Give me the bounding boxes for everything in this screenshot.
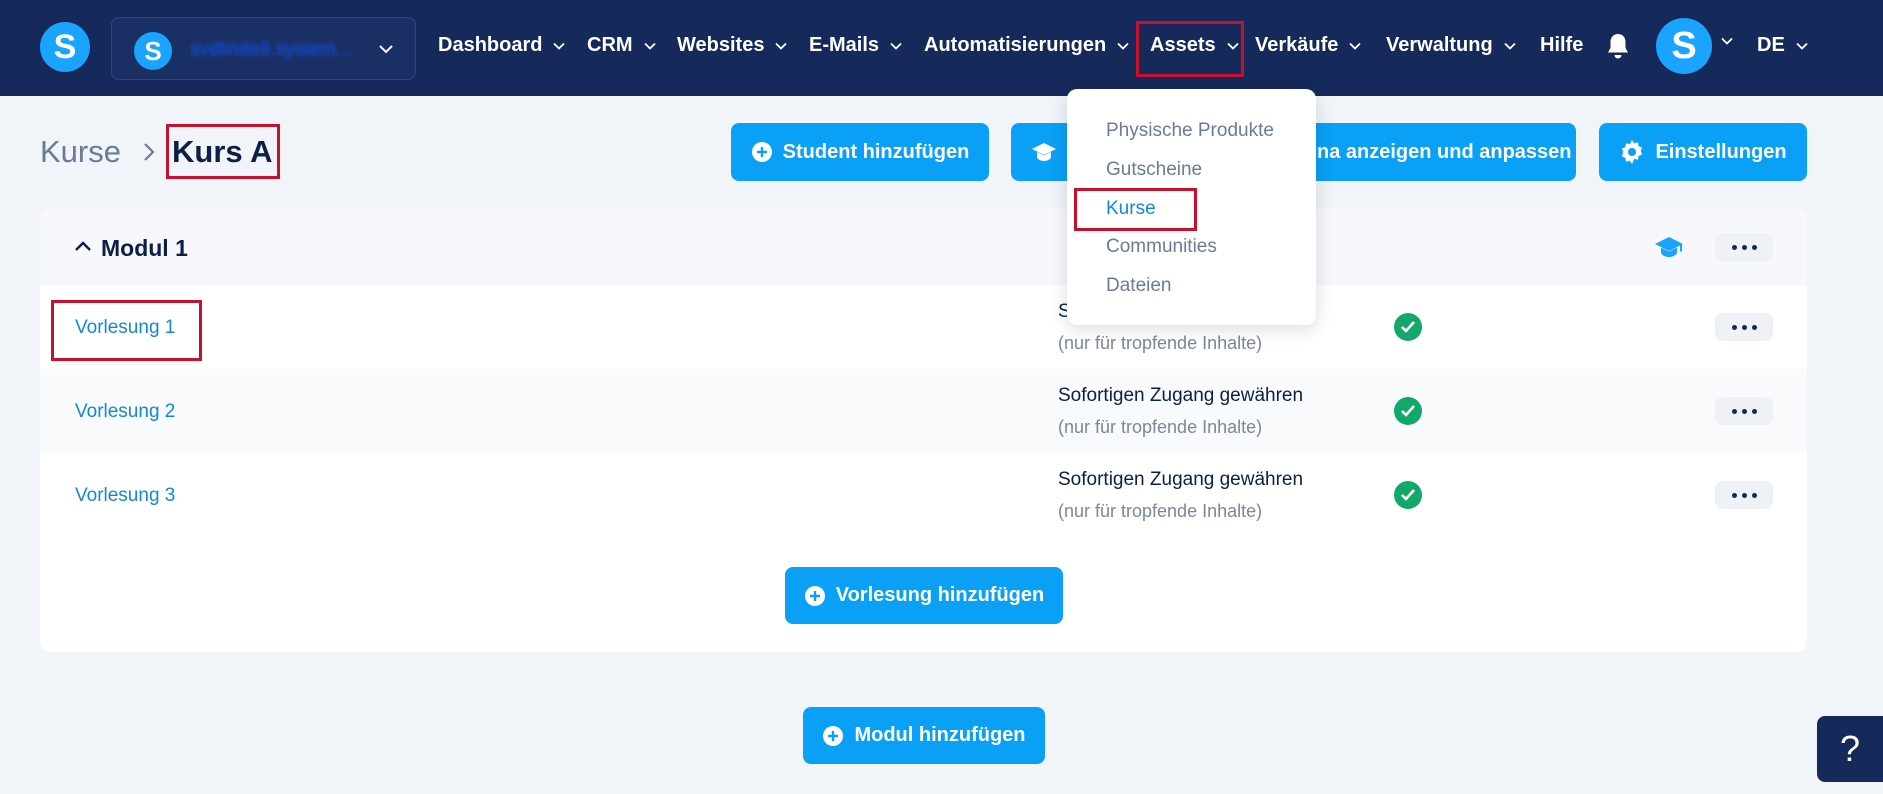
access-note: (nur für tropfende Inhalte) (1058, 333, 1263, 353)
nav-administration[interactable]: Verwaltung (1386, 34, 1517, 57)
nav-help[interactable]: Hilfe (1540, 34, 1583, 57)
bell-icon[interactable] (1605, 32, 1631, 65)
add-lecture-button[interactable]: Vorlesung hinzufügen (785, 567, 1063, 624)
chevron-down-icon (889, 39, 903, 53)
nav-label: Verkäufe (1255, 34, 1339, 56)
add-student-label: Student hinzufügen (782, 140, 970, 163)
plus-circle-icon (804, 585, 826, 607)
access-setting: Sofortigen Zugang gewähren (1058, 469, 1304, 490)
lecture-highlight-box (51, 300, 202, 361)
plus-circle-icon (822, 725, 844, 747)
user-menu-toggle[interactable] (1720, 34, 1734, 48)
preview-adjust-label: na anzeigen und anpassen (1317, 140, 1572, 163)
gear-icon (1619, 139, 1645, 165)
chevron-down-icon (552, 39, 566, 53)
nav-automations[interactable]: Automatisierungen (924, 34, 1130, 57)
chevron-down-icon (377, 40, 395, 58)
settings-label: Einstellungen (1655, 140, 1787, 163)
account-avatar: S (134, 32, 172, 70)
module-title: Modul 1 (101, 235, 188, 261)
access-note: (nur für tropfende Inhalte) (1058, 417, 1263, 437)
menu-item-physical-products[interactable]: Physische Produkte (1106, 120, 1274, 142)
graduation-cap-icon[interactable] (1654, 235, 1684, 264)
language-switcher[interactable]: DE (1757, 34, 1809, 57)
assets-dropdown-menu: Physische Produkte Gutscheine Kurse Comm… (1067, 89, 1316, 325)
nav-sales[interactable]: Verkäufe (1255, 34, 1362, 57)
app-logo[interactable]: S (40, 22, 90, 72)
chevron-right-icon (140, 140, 158, 169)
nav-label: Verwaltung (1386, 34, 1493, 56)
lecture-row: Vorlesung 1 S (nur für tropfende Inhalte… (40, 285, 1807, 369)
user-avatar[interactable]: S (1656, 18, 1712, 74)
nav-crm[interactable]: CRM (587, 34, 657, 57)
graduation-cap-icon (1031, 141, 1057, 163)
settings-button[interactable]: Einstellungen (1599, 123, 1807, 181)
nav-label: Websites (677, 34, 765, 56)
menu-item-communities[interactable]: Communities (1106, 236, 1217, 258)
lecture-link[interactable]: Vorlesung 3 (75, 485, 175, 507)
add-module-button[interactable]: Modul hinzufügen (803, 707, 1045, 764)
nav-label: Automatisierungen (924, 34, 1107, 56)
lecture-row: Vorlesung 2 Sofortigen Zugang gewähren (… (40, 369, 1807, 453)
nav-websites[interactable]: Websites (677, 34, 788, 57)
check-circle-icon (1394, 397, 1422, 425)
nav-emails[interactable]: E-Mails (809, 34, 903, 57)
access-note: (nur für tropfende Inhalte) (1058, 501, 1263, 521)
lecture-more-button[interactable] (1715, 313, 1773, 341)
nav-label: CRM (587, 34, 633, 56)
chevron-down-icon (1348, 39, 1362, 53)
lecture-more-button[interactable] (1715, 481, 1773, 509)
nav-dashboard[interactable]: Dashboard (438, 34, 566, 57)
chevron-down-icon (1795, 39, 1809, 53)
language-label: DE (1757, 34, 1785, 56)
account-name: svdlinde6.system... (190, 39, 352, 60)
lecture-row: Vorlesung 3 Sofortigen Zugang gewähren (… (40, 453, 1807, 537)
chevron-up-icon[interactable] (74, 239, 92, 258)
nav-label: Hilfe (1540, 34, 1584, 56)
module-more-button[interactable] (1715, 233, 1773, 261)
module-header[interactable]: Modul 1 (40, 209, 1807, 285)
plus-circle-icon (751, 141, 773, 163)
add-lecture-label: Vorlesung hinzufügen (835, 584, 1045, 606)
check-circle-icon (1394, 313, 1422, 341)
nav-label: E-Mails (809, 34, 880, 56)
breadcrumb-root[interactable]: Kurse (40, 134, 121, 170)
assets-highlight-box (1136, 21, 1244, 77)
module-card: Modul 1 Vorlesung 1 S (nur für tropfende… (40, 209, 1807, 652)
title-highlight-box (166, 124, 280, 179)
account-switcher[interactable]: S svdlinde6.system... (111, 17, 416, 80)
chevron-down-icon (1116, 39, 1130, 53)
menu-item-files[interactable]: Dateien (1106, 275, 1172, 297)
top-navigation-bar: S S svdlinde6.system... Dashboard CRM We… (0, 0, 1883, 96)
chevron-down-icon (1720, 34, 1734, 48)
courses-highlight-box (1074, 188, 1197, 231)
chevron-down-icon (643, 39, 657, 53)
help-button[interactable]: ? (1817, 716, 1883, 782)
chevron-down-icon (1503, 39, 1517, 53)
access-setting: Sofortigen Zugang gewähren (1058, 385, 1304, 406)
menu-item-vouchers[interactable]: Gutscheine (1106, 159, 1202, 181)
chevron-down-icon (774, 39, 788, 53)
check-circle-icon (1394, 481, 1422, 509)
nav-label: Dashboard (438, 34, 543, 56)
add-student-button[interactable]: Student hinzufügen (731, 123, 989, 181)
lecture-more-button[interactable] (1715, 397, 1773, 425)
lecture-link[interactable]: Vorlesung 2 (75, 401, 175, 423)
add-module-label: Modul hinzufügen (854, 724, 1026, 746)
